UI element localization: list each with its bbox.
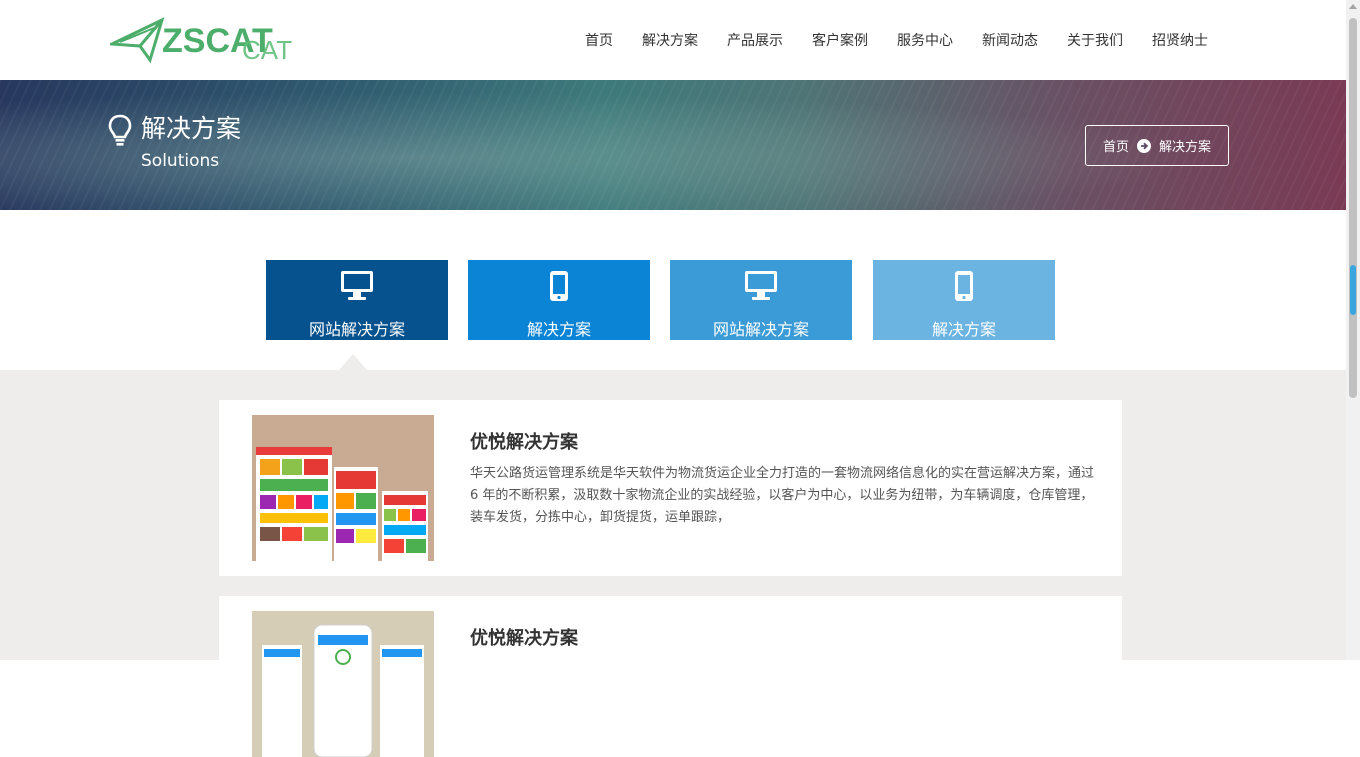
solution-tabs: 网站解决方案 解决方案 网站解决方案 解决方案 <box>0 210 1346 370</box>
nav-news[interactable]: 新闻动态 <box>982 30 1038 50</box>
solution-card[interactable]: 优悦解决方案 华天公路货运管理系统是华天软件为物流货运企业全力打造的一套物流网络… <box>219 400 1122 576</box>
breadcrumb: 首页 解决方案 <box>1085 125 1229 166</box>
nav-products[interactable]: 产品展示 <box>727 30 783 50</box>
solution-description: 华天公路货运管理系统是华天软件为物流货运企业全力打造的一套物流网络信息化的实在营… <box>470 466 1095 525</box>
tab-label: 网站解决方案 <box>712 320 809 339</box>
tab-label: 解决方案 <box>526 320 591 339</box>
arrow-circle-right-icon <box>1137 138 1151 153</box>
solution-thumbnail[interactable] <box>252 415 434 561</box>
tab-label: 网站解决方案 <box>308 320 405 339</box>
scrollbar-thumb[interactable] <box>1349 18 1357 398</box>
nav-about[interactable]: 关于我们 <box>1067 30 1123 50</box>
solutions-list: 优悦解决方案 华天公路货运管理系统是华天软件为物流货运企业全力打造的一套物流网络… <box>0 370 1346 757</box>
mobile-icon <box>955 271 973 301</box>
page-title: 解决方案 <box>141 114 242 143</box>
page-subtitle: Solutions <box>141 151 220 171</box>
mobile-icon <box>550 271 568 301</box>
nav-service[interactable]: 服务中心 <box>897 30 953 50</box>
desktop-icon <box>745 271 777 300</box>
breadcrumb-current: 解决方案 <box>1159 140 1212 155</box>
tab-solution-1[interactable]: 解决方案 <box>468 260 650 340</box>
tab-label: 解决方案 <box>931 320 996 339</box>
solution-card[interactable]: 优悦解决方案 <box>219 596 1122 757</box>
breadcrumb-home[interactable]: 首页 <box>1103 136 1129 155</box>
solution-thumbnail[interactable] <box>252 611 434 757</box>
desktop-icon <box>341 271 373 300</box>
tab-solution-2[interactable]: 解决方案 <box>873 260 1055 340</box>
nav-solutions[interactable]: 解决方案 <box>642 30 698 50</box>
solution-title[interactable]: 优悦解决方案 <box>470 428 578 454</box>
site-header: ZSCAT CAT 首页 解决方案 产品展示 客户案例 服务中心 新闻动态 关于… <box>0 0 1346 80</box>
svg-text:CAT: CAT <box>242 35 292 65</box>
scroll-up-arrow-icon[interactable] <box>1349 4 1357 9</box>
main-nav: 首页 解决方案 产品展示 客户案例 服务中心 新闻动态 关于我们 招贤纳士 <box>556 0 1208 80</box>
nav-cases[interactable]: 客户案例 <box>812 30 868 50</box>
active-tab-pointer <box>339 354 367 370</box>
lightbulb-icon <box>108 114 132 146</box>
solution-title[interactable]: 优悦解决方案 <box>470 624 578 650</box>
scroll-indicator <box>1350 265 1356 315</box>
scrollbar[interactable] <box>1346 0 1360 660</box>
logo[interactable]: ZSCAT CAT <box>110 14 350 68</box>
nav-home[interactable]: 首页 <box>585 30 613 50</box>
tab-website-solution-2[interactable]: 网站解决方案 <box>670 260 852 340</box>
nav-careers[interactable]: 招贤纳士 <box>1152 30 1208 50</box>
tab-website-solution-1[interactable]: 网站解决方案 <box>266 260 448 340</box>
